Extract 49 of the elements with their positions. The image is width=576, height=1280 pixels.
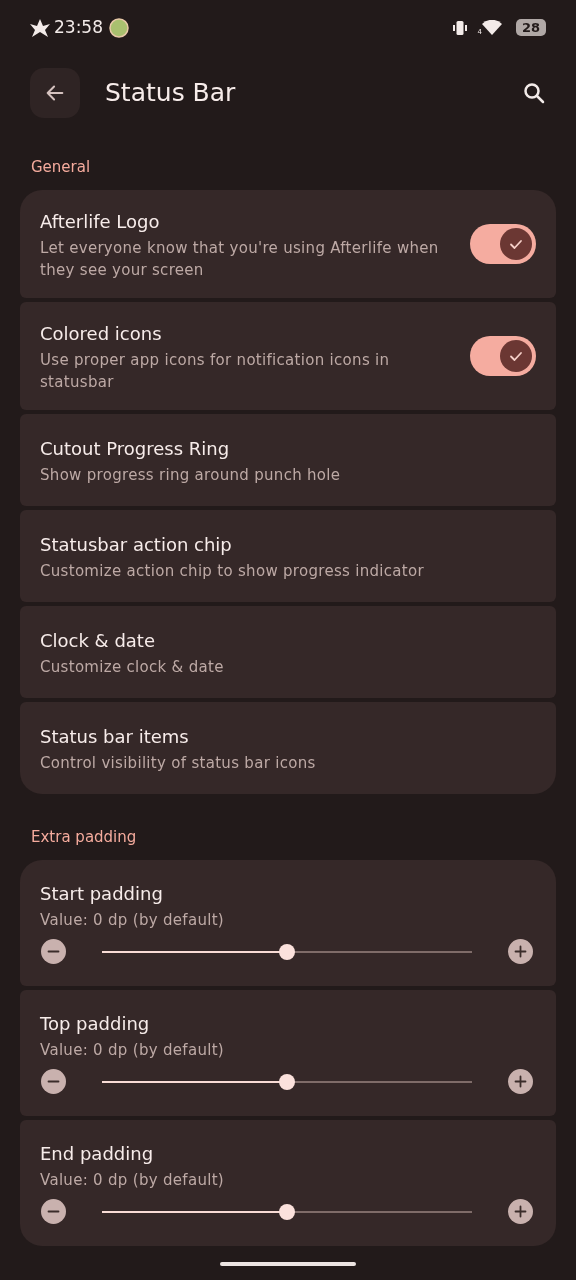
item-title: End padding — [40, 1142, 155, 1166]
item-subtitle: Show progress ring around punch hole — [40, 464, 342, 486]
setting-item[interactable]: Cutout Progress Ring Show progress ring around punch hole — [20, 414, 556, 506]
item-subtitle: Value: 0 dp (by default) — [40, 910, 225, 931]
section-header: Extra padding — [31, 826, 137, 848]
slider-thumb[interactable] — [279, 943, 295, 960]
avatar-icon — [109, 17, 129, 38]
plus-icon — [514, 1205, 527, 1218]
item-subtitle: Control visibility of status bar icons — [40, 752, 317, 774]
minus-button[interactable] — [41, 939, 66, 964]
vibrate-icon — [451, 19, 468, 36]
wifi-icon — [482, 19, 502, 36]
slider-thumb[interactable] — [279, 1203, 295, 1220]
item-subtitle: Value: 0 dp (by default) — [40, 1040, 225, 1061]
plus-icon — [514, 1075, 527, 1088]
item-title: Status bar items — [40, 724, 190, 749]
toggle-switch[interactable] — [470, 224, 536, 264]
item-subtitle: Customize clock & date — [40, 656, 225, 678]
plus-button[interactable] — [508, 1069, 533, 1094]
item-subtitle: Customize action chip to show progress indicator — [40, 560, 425, 582]
item-subtitle: Value: 0 dp (by default) — [40, 1170, 225, 1191]
logo-icon — [30, 18, 50, 37]
setting-item[interactable]: Colored icons Use proper app icons for notification icons in statusbar — [20, 302, 556, 410]
item-title: Colored icons — [40, 321, 163, 346]
item-title: Afterlife Logo — [40, 209, 161, 234]
minus-button[interactable] — [41, 1199, 66, 1224]
item-title: Clock & date — [40, 628, 156, 653]
section-header: General — [31, 156, 91, 178]
battery-indicator: 28 — [516, 19, 546, 36]
setting-item[interactable]: Afterlife Logo Let everyone know that you're using Afterlife when they see your screen — [20, 190, 556, 298]
plus-button[interactable] — [508, 1199, 533, 1224]
item-title: Cutout Progress Ring — [40, 436, 231, 461]
item-title: Statusbar action chip — [40, 532, 233, 557]
plus-button[interactable] — [508, 939, 533, 964]
slider-thumb[interactable] — [279, 1073, 295, 1090]
item-title: Top padding — [40, 1012, 151, 1036]
toggle-switch[interactable] — [470, 336, 536, 376]
setting-item[interactable]: Statusbar action chip Customize action chip to show progress indicator — [20, 510, 556, 602]
item-subtitle: Use proper app icons for notification icons in statusbar — [40, 349, 391, 393]
minus-button[interactable] — [41, 1069, 66, 1094]
item-title: Start padding — [40, 882, 164, 906]
plus-icon — [514, 945, 527, 958]
back-button[interactable] — [30, 67, 80, 118]
search-icon[interactable] — [522, 80, 546, 105]
clock-text: 23:58 — [54, 15, 103, 39]
page-title: Status Bar — [105, 76, 237, 109]
setting-item[interactable]: Clock & date Customize clock & date — [20, 606, 556, 698]
item-subtitle: Let everyone know that you're using Afterlife when they see your screen — [40, 237, 440, 281]
setting-item[interactable]: Status bar items Control visibility of status bar icons — [20, 702, 556, 794]
